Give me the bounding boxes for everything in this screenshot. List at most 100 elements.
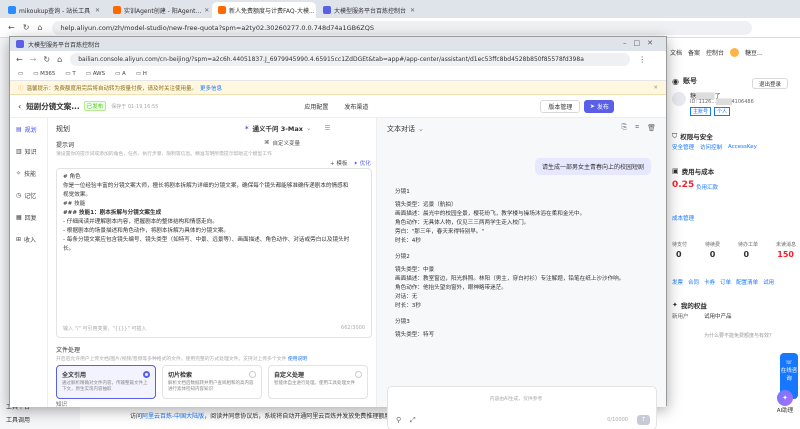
template-button[interactable]: + 模板 <box>330 159 347 167</box>
console-user[interactable]: 糖豆... <box>745 48 763 57</box>
window-controls[interactable]: –□✕ <box>623 39 660 47</box>
expand-icon[interactable]: ⤢ <box>410 416 416 425</box>
forward-icon[interactable]: → <box>30 55 37 64</box>
banner-link[interactable]: 更多信息 <box>200 84 222 92</box>
footer-link[interactable]: 阿里云百炼-中国大陆版 <box>142 413 204 420</box>
nav-item-income[interactable]: ⊞ 收入 <box>10 228 47 250</box>
bookmark-item[interactable]: ▭ T <box>65 71 75 77</box>
link-trial[interactable]: 试用 <box>763 278 774 286</box>
stat-value[interactable]: 0 <box>710 250 716 259</box>
chat-input[interactable]: ⚲ ⤢ 0/10000 ↑ <box>387 386 657 429</box>
bookmark-item[interactable]: ▭ M365 <box>33 71 55 77</box>
prompt-editor[interactable]: # 角色 你是一位经验丰富的分镜文案大师，擅长将剧本拆解为详细的分镜文案，确保每… <box>56 168 372 338</box>
code-icon[interactable]: ⌗ <box>635 123 639 132</box>
sidebar-item-tool-call[interactable]: 工具调用 <box>6 415 30 424</box>
ai-assistant-button[interactable]: ✦ AI助理 <box>772 390 798 422</box>
cost-manage-link[interactable]: 成本管理 <box>672 214 694 222</box>
home-icon[interactable]: ⌂ <box>37 23 42 32</box>
settings-icon[interactable]: ☰ <box>324 124 330 132</box>
link-invoice[interactable]: 发票 <box>672 278 683 286</box>
income-icon: ⊞ <box>16 235 22 243</box>
back-arrow-icon[interactable]: ‹ <box>18 102 21 111</box>
menu-filing[interactable]: 备案 <box>688 48 700 57</box>
bookmark-item[interactable]: ▭ H <box>136 71 147 77</box>
prompt-line: ## 技能 <box>63 201 86 207</box>
folder-icon[interactable]: ▭ <box>18 71 23 77</box>
app-config-button[interactable]: 应用配置 <box>298 99 335 113</box>
char-counter: 662/3000 <box>341 325 365 331</box>
radio-icon[interactable] <box>355 371 362 378</box>
stats-labels: 待支付 待续费 待办工单 未读消息 <box>672 241 796 248</box>
logout-button[interactable]: 退出登录 <box>752 78 788 89</box>
quick-links: 发票 合同 卡券 订单 配置清单 试用 <box>672 278 774 286</box>
bookmark-icon[interactable]: ⎘ <box>622 123 628 132</box>
nav-item-memory[interactable]: ◷ 记忆 <box>10 184 47 206</box>
resources-item[interactable]: 新用户 <box>672 312 689 320</box>
publish-channel-button[interactable]: 发布渠道 <box>338 99 375 113</box>
background-tab-3[interactable]: 新人免费额度与计费FAQ-大模... ✕ <box>212 2 316 18</box>
custom-vars-button[interactable]: ⌘ 自定义变量 <box>264 139 300 147</box>
send-button[interactable]: ↑ <box>637 415 650 425</box>
balance-label[interactable]: 负用汇款 <box>696 183 718 191</box>
skill-icon: ✧ <box>16 169 22 177</box>
back-icon[interactable]: ← <box>16 55 23 64</box>
radio-icon[interactable] <box>249 371 256 378</box>
reload-icon[interactable]: ↻ <box>43 55 50 64</box>
close-icon[interactable]: ✕ <box>410 7 415 14</box>
avatar[interactable] <box>730 48 740 57</box>
stat-value[interactable]: 0 <box>676 250 682 259</box>
menu-icon[interactable]: ⋮ <box>638 55 646 64</box>
file-help-link[interactable]: 使用说明 <box>288 357 307 362</box>
background-tab-1[interactable]: mikoukup查询 - 站长工具 ✕ <box>2 2 106 18</box>
nav-item-reply[interactable]: ▦ 回复 <box>10 206 47 228</box>
prompt-line: 你是一位经验丰富的分镜文案大师，擅长将剧本拆解为详细的分镜文案，确保每个镜头都能… <box>63 183 349 198</box>
close-icon[interactable]: ✕ <box>204 7 209 14</box>
link-access[interactable]: 访问控制 <box>700 143 722 151</box>
back-icon[interactable]: ← <box>8 23 15 32</box>
file-mode-chunk[interactable]: 切片检索 解析文档后数据转并用户查阅相和的高内容进行索体检知内容知识 <box>162 365 262 399</box>
bookmark-item[interactable]: ▭ AWS <box>86 71 105 77</box>
prompt-line: - 每条分镜文案应包含镜头编号、镜头类型（如特写、中景、远景等）、画面描述、角色… <box>63 237 350 252</box>
left-nav: ▤ 规划 ▥ 知识 ✧ 技能 ◷ 记忆 ▦ 回复 ⊞ 收入 <box>10 118 48 407</box>
badge-main: 主账号 <box>690 107 712 116</box>
link-accesskey[interactable]: AccessKey <box>728 144 757 150</box>
nav-item-knowledge[interactable]: ▥ 知识 <box>10 140 47 162</box>
card-desc: 通过解析精确对文件内容，传输整篇文件上下文，原生实现内容抽取 <box>62 381 148 392</box>
bookmark-item[interactable]: ▭ A <box>115 71 126 77</box>
reload-icon[interactable]: ↻ <box>23 23 30 32</box>
prompt-label: 提示词 <box>56 142 75 149</box>
link-security[interactable]: 安全管理 <box>672 143 694 151</box>
question-hint[interactable]: 为什么要不能免费额度与有效？ <box>704 332 774 339</box>
link-order[interactable]: 订单 <box>720 278 731 286</box>
optimize-button[interactable]: ✦ 优化 <box>353 159 370 167</box>
publish-button[interactable]: ➤ 发布 <box>584 99 615 113</box>
prompt-hint: 请设置你的提示词或添加的角色，任务、执行步骤、限制等信息。精准写明所需提示帮助这… <box>56 152 272 157</box>
resources-item[interactable]: 试用中产品 <box>704 312 732 320</box>
background-tab-2[interactable]: 实训Agent创建 - 阳Agent... ✕ <box>107 2 211 18</box>
delete-icon[interactable]: 🗑 <box>647 124 656 132</box>
attach-icon[interactable]: ⚲ <box>396 416 401 424</box>
link-contract[interactable]: 合同 <box>688 278 699 286</box>
file-mode-fulltext[interactable]: 全文引用 通过解析精确对文件内容，传输整篇文件上下文，原生实现内容抽取 <box>56 365 156 399</box>
version-button[interactable]: 版本管理 <box>540 99 581 113</box>
stat-value[interactable]: 0 <box>744 250 750 259</box>
nav-item-skill[interactable]: ✧ 技能 <box>10 162 47 184</box>
close-icon[interactable]: ✕ <box>95 7 100 14</box>
close-icon[interactable]: ✕ <box>653 85 658 91</box>
file-mode-custom[interactable]: 自定义处理 智能体自主进行处理。使用工具处理文件 <box>268 365 368 399</box>
home-icon[interactable]: ⌂ <box>57 55 62 64</box>
link-coupon[interactable]: 卡券 <box>704 278 715 286</box>
link-config[interactable]: 配置清单 <box>736 278 758 286</box>
chat-mode-selector[interactable]: 文本对话 ⌄ <box>387 124 424 134</box>
background-tab-4[interactable]: 大模型服务平台百炼控制台 ✕ <box>317 2 421 18</box>
menu-console[interactable]: 控制台 <box>706 48 724 57</box>
background-url-field[interactable]: help.aliyun.com/zh/model-studio/new-free… <box>52 20 753 35</box>
file-section-title: 文件处理 <box>56 347 81 354</box>
model-selector[interactable]: ✶ 通义千问 3-Max ⌄ ☰ <box>244 123 330 133</box>
foreground-url-field[interactable]: bailian.console.aliyun.com/cn-beijing/?s… <box>70 53 631 66</box>
input-counter: 0/10000 <box>607 417 628 423</box>
nav-item-plan[interactable]: ▤ 规划 <box>10 118 47 140</box>
radio-selected-icon[interactable] <box>143 371 150 378</box>
stat-value[interactable]: 150 <box>777 250 794 259</box>
menu-docs[interactable]: 文档 <box>670 48 682 57</box>
